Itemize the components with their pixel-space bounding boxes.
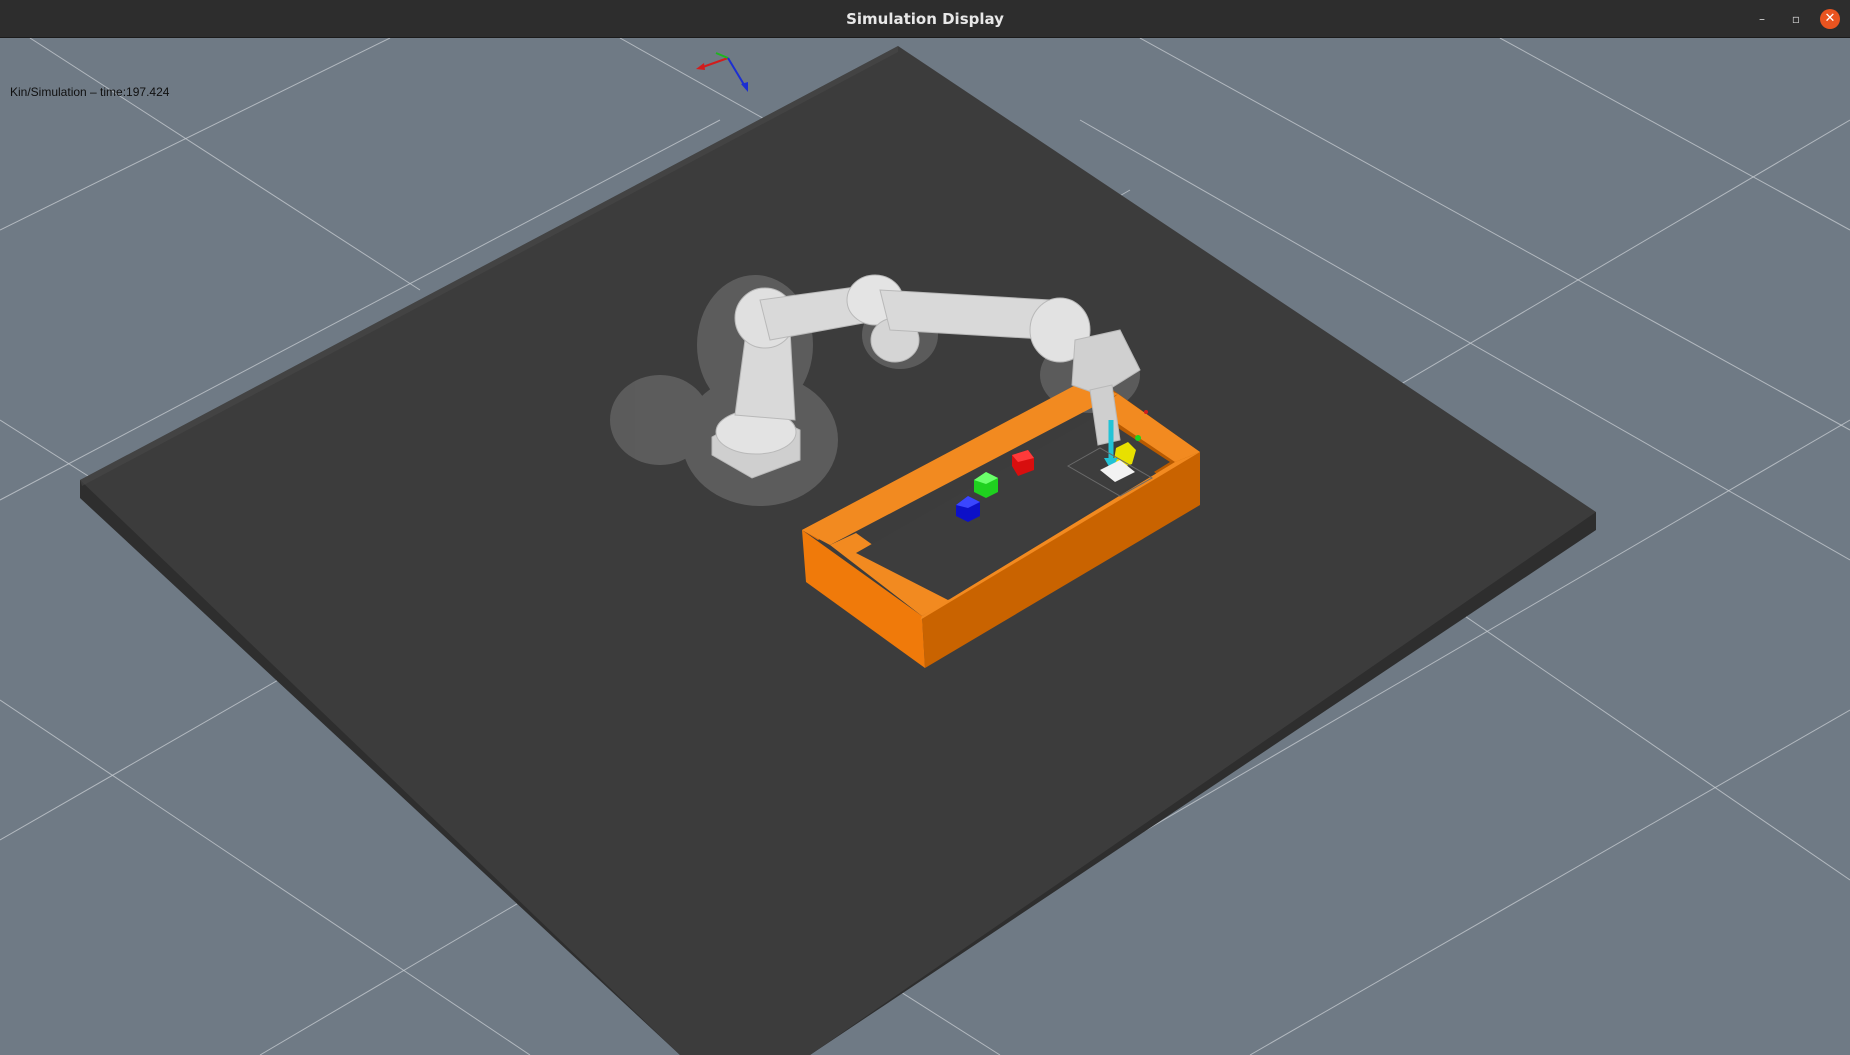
scene-canvas[interactable] <box>0 38 1850 1055</box>
window-title: Simulation Display <box>846 10 1004 28</box>
axis-gizmo-icon <box>696 52 748 92</box>
3d-viewport[interactable]: Kin/Simulation – time:197.424 <box>0 38 1850 1055</box>
simulation-window: Simulation Display – ▫ ✕ Kin/Simulation … <box>0 0 1850 1055</box>
close-icon[interactable]: ✕ <box>1820 9 1840 29</box>
title-bar[interactable]: Simulation Display – ▫ ✕ <box>0 0 1850 38</box>
minimize-icon[interactable]: – <box>1752 9 1772 29</box>
maximize-icon[interactable]: ▫ <box>1786 9 1806 29</box>
simulation-status: Kin/Simulation – time:197.424 <box>10 85 170 99</box>
